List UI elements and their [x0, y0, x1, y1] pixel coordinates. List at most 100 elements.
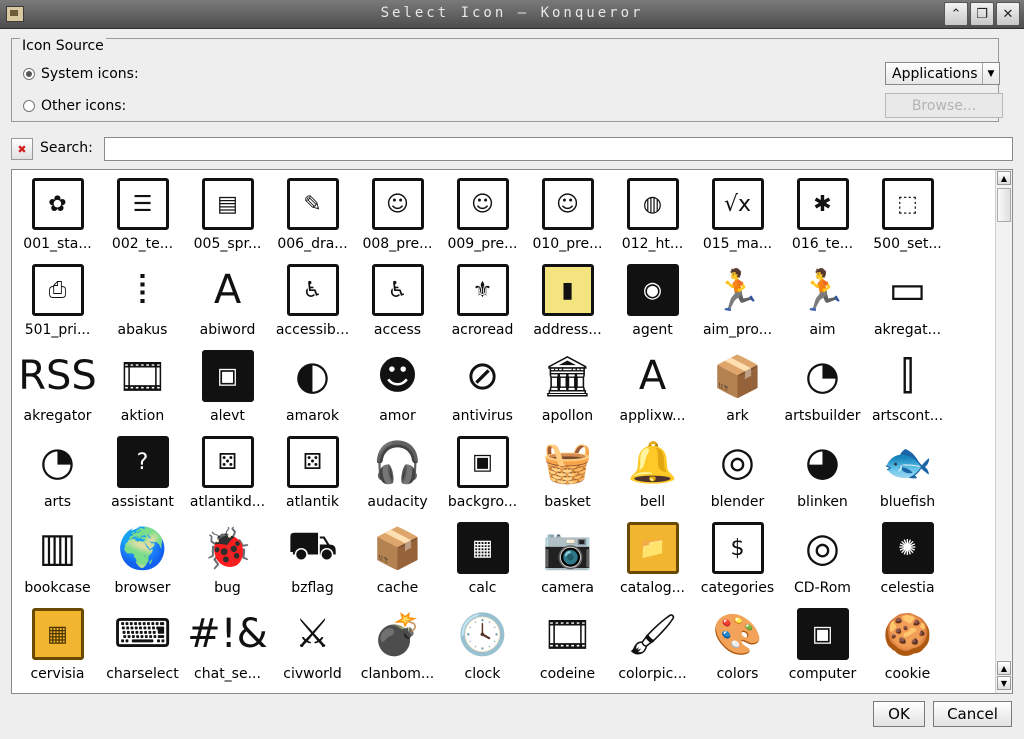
abacus-icon: ⦙ [116, 264, 169, 316]
system-icons-option[interactable]: System icons: [23, 64, 139, 84]
icon-cell[interactable]: ⛟ bzflag [270, 517, 355, 603]
icon-cell[interactable]: ⚜ acroread [440, 259, 525, 345]
scroll-thumb[interactable] [997, 188, 1011, 222]
icon-cell[interactable]: ✎ 006_dra... [270, 173, 355, 259]
icon-cell[interactable]: 🐟 bluefish [865, 431, 950, 517]
search-input[interactable] [104, 137, 1013, 161]
other-icons-option[interactable]: Other icons: [23, 96, 126, 116]
icon-cell[interactable]: Aapplixw... [610, 345, 695, 431]
icon-cell[interactable]: ⌨ charselect [100, 603, 185, 689]
icon-label: categories [700, 580, 775, 596]
icon-cell[interactable]: 📦 cache [355, 517, 440, 603]
speaker-icon: ◔ [796, 350, 849, 402]
icon-cell[interactable]: ▥ bookcase [15, 517, 100, 603]
icon-cell[interactable]: 🕓 clock [440, 603, 525, 689]
bomb-icon: 💣 [371, 608, 424, 660]
icon-cell[interactable]: Aabiword [185, 259, 270, 345]
icon-cell[interactable]: ⎙ 501_pri... [15, 259, 100, 345]
icon-label: aktion [120, 408, 165, 424]
categories-icon: $ [711, 522, 764, 574]
icon-cell[interactable]: ▣ computer [780, 603, 865, 689]
open-box-icon: ⬚ [881, 178, 934, 230]
icon-context-select[interactable]: Applications ▼ [885, 62, 1000, 85]
icon-cell[interactable]: ⚔ civworld [270, 603, 355, 689]
icon-cell[interactable]: ⦙ abakus [100, 259, 185, 345]
icon-label: 005_spr... [193, 236, 262, 252]
icon-cell[interactable]: ☺ 009_pre... [440, 173, 525, 259]
calculator-icon: ▦ [456, 522, 509, 574]
icon-cell[interactable]: ⚄ atlantik [270, 431, 355, 517]
icon-cell[interactable]: ☰ 002_te... [100, 173, 185, 259]
icon-cell[interactable]: ? assistant [100, 431, 185, 517]
icon-cell[interactable]: 🎞 aktion [100, 345, 185, 431]
icon-cell[interactable]: ▤ 005_spr... [185, 173, 270, 259]
icon-cell[interactable]: ▭ akregat... [865, 259, 950, 345]
icon-cell[interactable]: ☻ amor [355, 345, 440, 431]
icon-cell[interactable]: #!& chat_se... [185, 603, 270, 689]
icon-cell[interactable]: 📁 catalog... [610, 517, 695, 603]
icon-cell[interactable]: ◍ 012_ht... [610, 173, 695, 259]
icon-cell[interactable]: ☺ 010_pre... [525, 173, 610, 259]
cancel-button[interactable]: Cancel [933, 701, 1012, 727]
icon-cell[interactable]: $ categories [695, 517, 780, 603]
icon-cell[interactable]: 📦 ark [695, 345, 780, 431]
icon-cell[interactable]: 💣 clanbom... [355, 603, 440, 689]
icon-cell[interactable]: ⫿ artscont... [865, 345, 950, 431]
icon-label: address... [533, 322, 602, 338]
icon-cell[interactable]: ⚄ atlantikd... [185, 431, 270, 517]
icon-label: atlantikd... [189, 494, 266, 510]
vertical-scrollbar[interactable]: ▲ ▲ ▼ [995, 170, 1012, 693]
icon-cell[interactable]: ◕ blinken [780, 431, 865, 517]
browse-button[interactable]: Browse... [885, 93, 1003, 118]
icon-cell[interactable]: 🎞 codeine [525, 603, 610, 689]
icon-cell[interactable]: ✱ 016_te... [780, 173, 865, 259]
icon-cell[interactable]: 🎨 colors [695, 603, 780, 689]
icon-view[interactable]: ✿ 001_sta... ☰ 002_te... ▤ 005_spr... ✎ 006_dra… [11, 169, 1013, 694]
scroll-down-button[interactable]: ▼ [997, 676, 1011, 690]
icon-cell[interactable]: ✺ celestia [865, 517, 950, 603]
icon-cell[interactable]: 🏛 apollon [525, 345, 610, 431]
icon-cell[interactable]: RSS akregator [15, 345, 100, 431]
icon-cell[interactable]: ♿ access [355, 259, 440, 345]
other-icons-radio[interactable] [23, 100, 35, 112]
icon-cell[interactable]: 🐞 bug [185, 517, 270, 603]
scroll-up-button-lower[interactable]: ▲ [997, 661, 1011, 675]
icon-cell[interactable]: ▦ cervisia [15, 603, 100, 689]
clock-icon: 🕓 [456, 608, 509, 660]
icon-cell[interactable]: √x 015_ma... [695, 173, 780, 259]
scroll-up-button[interactable]: ▲ [997, 171, 1011, 185]
icon-cell[interactable]: ◐ amarok [270, 345, 355, 431]
icon-cell[interactable]: ◉ agent [610, 259, 695, 345]
icon-cell[interactable]: ☺ 008_pre... [355, 173, 440, 259]
icon-cell[interactable]: 🖌 colorpic... [610, 603, 695, 689]
icon-cell[interactable]: ⊘ antivirus [440, 345, 525, 431]
icon-cell[interactable]: ♿ accessib... [270, 259, 355, 345]
icon-cell[interactable]: ✿ 001_sta... [15, 173, 100, 259]
icon-cell[interactable]: ▣ backgro... [440, 431, 525, 517]
chevron-down-icon: ▼ [982, 63, 999, 84]
icon-cell[interactable]: ⬚ 500_set... [865, 173, 950, 259]
icon-cell[interactable]: ▣ alevt [185, 345, 270, 431]
shade-button[interactable]: ⌃ [944, 2, 968, 26]
close-button[interactable]: ✕ [996, 2, 1020, 26]
icon-cell[interactable]: 🍪 cookie [865, 603, 950, 689]
icon-cell[interactable]: ◔ artsbuilder [780, 345, 865, 431]
icon-cell[interactable]: 🏃 aim [780, 259, 865, 345]
icon-cell[interactable]: 🎧 audacity [355, 431, 440, 517]
maximize-button[interactable]: ❐ [970, 2, 994, 26]
icon-cell[interactable]: ◎ CD-Rom [780, 517, 865, 603]
title-bar[interactable]: Select Icon – Konqueror ⌃ ❐ ✕ [0, 0, 1024, 29]
icon-cell[interactable]: 🧺 basket [525, 431, 610, 517]
icon-cell[interactable]: 🏃 aim_pro... [695, 259, 780, 345]
system-icons-radio[interactable] [23, 68, 35, 80]
other-icons-label: Other icons: [41, 98, 127, 114]
ok-button[interactable]: OK [873, 701, 925, 727]
icon-cell[interactable]: 🔔 bell [610, 431, 695, 517]
icon-cell[interactable]: ▦ calc [440, 517, 525, 603]
icon-cell[interactable]: ◔ arts [15, 431, 100, 517]
icon-cell[interactable]: ▮ address... [525, 259, 610, 345]
clear-search-button[interactable]: ✖ [11, 138, 33, 160]
icon-cell[interactable]: 🌍 browser [100, 517, 185, 603]
icon-cell[interactable]: ◎ blender [695, 431, 780, 517]
icon-cell[interactable]: 📷 camera [525, 517, 610, 603]
